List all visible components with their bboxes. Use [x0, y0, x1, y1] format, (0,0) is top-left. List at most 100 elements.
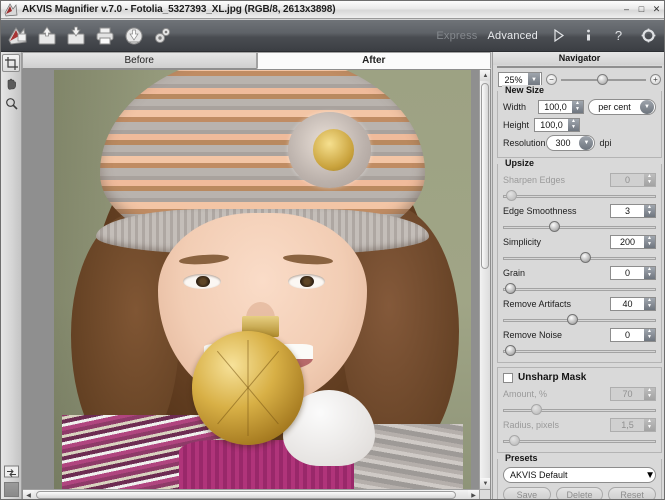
remove-artifacts-slider[interactable] — [503, 314, 656, 325]
canvas-horizontal-scrollbar[interactable]: ◀ ▶ — [23, 489, 479, 499]
remove-artifacts-slider-handle[interactable] — [567, 314, 579, 325]
slider-track — [503, 195, 656, 198]
slider-track — [503, 350, 656, 353]
preset-select[interactable]: AKVIS Default ▼ — [503, 467, 656, 483]
edge-smoothness-slider-handle[interactable] — [548, 221, 560, 232]
presets-body: AKVIS Default ▼ Save Delete Reset — [503, 459, 657, 499]
toolbar-left-group — [1, 23, 176, 49]
scroll-left-arrow-icon[interactable]: ◀ — [23, 490, 34, 499]
photo-gold-ornament — [191, 331, 305, 445]
chevron-down-icon[interactable]: ▼ — [640, 99, 654, 114]
units-select[interactable]: per cent ▼ — [588, 98, 656, 115]
width-input[interactable]: 100,0 ▲ ▼ — [538, 99, 584, 114]
sharpen-edges-slider-handle — [506, 190, 518, 201]
grain-stepper[interactable]: ▲ ▼ — [644, 266, 655, 279]
batch-process-icon[interactable] — [121, 23, 147, 49]
sharpen-edges-row: Sharpen Edges 0 ▲ ▼ — [503, 172, 656, 187]
delete-preset-button[interactable]: Delete — [555, 487, 604, 499]
upsize-title: Upsize — [502, 158, 538, 168]
height-stepper[interactable]: ▲ ▼ — [568, 118, 579, 131]
toolbar-right-group: Express Advanced ? — [436, 25, 664, 47]
scroll-right-arrow-icon[interactable]: ▶ — [468, 490, 479, 499]
edge-smoothness-slider[interactable] — [503, 221, 656, 232]
preferences-gears-icon[interactable] — [150, 23, 176, 49]
image-canvas[interactable]: ▲ ▼ ◀ ▶ — [22, 69, 491, 499]
grain-input[interactable]: 0 ▲ ▼ — [610, 265, 656, 280]
resolution-value: 300 — [555, 137, 571, 148]
tab-before[interactable]: Before — [22, 52, 257, 69]
grain-slider[interactable] — [503, 283, 656, 294]
zoom-slider-handle[interactable] — [596, 74, 608, 85]
remove-noise-value: 0 — [624, 329, 630, 340]
height-label: Height — [503, 119, 530, 130]
hand-tool[interactable] — [2, 74, 20, 92]
mode-advanced-button[interactable]: Advanced — [487, 30, 538, 42]
open-image-icon[interactable] — [34, 23, 60, 49]
tab-after[interactable]: After — [256, 52, 491, 69]
remove-noise-stepper[interactable]: ▲ ▼ — [644, 328, 655, 341]
navigator-preview[interactable] — [497, 66, 662, 68]
simplicity-row: Simplicity 200 ▲ ▼ — [503, 234, 656, 249]
navigator-thumbnail — [553, 67, 607, 68]
remove-artifacts-stepper[interactable]: ▲ ▼ — [644, 297, 655, 310]
before-after-toggle[interactable] — [2, 462, 20, 480]
play-triangle-icon[interactable] — [548, 25, 568, 47]
unsharp-mask-checkbox[interactable] — [503, 372, 513, 383]
image-viewport[interactable] — [23, 70, 479, 489]
reset-preset-button[interactable]: Reset — [608, 487, 657, 499]
units-value: per cent — [598, 101, 631, 112]
remove-artifacts-value: 40 — [622, 298, 633, 309]
scroll-up-arrow-icon[interactable]: ▲ — [480, 70, 490, 81]
width-stepper[interactable]: ▲ ▼ — [572, 100, 583, 113]
resolution-field-row: Resolution 300 ▼ dpi — [503, 134, 656, 151]
mode-express-button[interactable]: Express — [436, 30, 477, 42]
canvas-vertical-scrollbar[interactable]: ▲ ▼ — [479, 70, 490, 489]
new-size-group: New Size Width 100,0 ▲ ▼ per cent ▼ Heigh… — [497, 85, 662, 158]
vertical-scroll-thumb[interactable] — [481, 83, 489, 269]
zoom-in-button[interactable]: + — [650, 74, 661, 85]
amount-input: 70 ▲ ▼ — [610, 386, 656, 401]
save-preset-button[interactable]: Save — [503, 487, 551, 499]
maximize-button[interactable]: □ — [635, 3, 648, 15]
edge-smoothness-input[interactable]: 3 ▲ ▼ — [610, 203, 656, 218]
radius-slider-handle — [509, 435, 521, 446]
minimize-button[interactable]: – — [620, 3, 633, 15]
unsharp-mask-title: Unsharp Mask — [518, 372, 587, 383]
save-image-icon[interactable] — [63, 23, 89, 49]
remove-noise-slider[interactable] — [503, 345, 656, 356]
resolution-input[interactable]: 300 ▼ — [545, 134, 596, 151]
edge-smoothness-row: Edge Smoothness 3 ▲ ▼ — [503, 203, 656, 218]
zoom-tool[interactable] — [2, 94, 20, 112]
edge-smoothness-stepper[interactable]: ▲ ▼ — [644, 204, 655, 217]
remove-artifacts-label: Remove Artifacts — [503, 298, 572, 309]
akvis-home-icon[interactable] — [5, 23, 31, 49]
resolution-stepper[interactable]: ▼ — [579, 135, 594, 150]
crop-tool[interactable] — [2, 54, 20, 72]
amount-stepper: ▲ ▼ — [644, 387, 655, 400]
remove-artifacts-input[interactable]: 40 ▲ ▼ — [610, 296, 656, 311]
gear-icon[interactable] — [638, 25, 658, 47]
question-mark-icon[interactable]: ? — [608, 25, 628, 47]
info-i-icon[interactable] — [578, 25, 598, 47]
remove-noise-input[interactable]: 0 ▲ ▼ — [610, 327, 656, 342]
sharpen-edges-label: Sharpen Edges — [503, 174, 566, 185]
chevron-down-icon[interactable]: ▼ — [645, 470, 655, 481]
horizontal-scroll-thumb[interactable] — [36, 491, 456, 499]
height-field-row: Height 100,0 ▲ ▼ — [503, 117, 656, 132]
simplicity-slider[interactable] — [503, 252, 656, 263]
height-input[interactable]: 100,0 ▲ ▼ — [534, 117, 580, 132]
background-color-swatch[interactable] — [3, 482, 19, 497]
scroll-down-arrow-icon[interactable]: ▼ — [480, 478, 490, 489]
simplicity-stepper[interactable]: ▲ ▼ — [644, 235, 655, 248]
resolution-unit: dpi — [599, 137, 612, 148]
simplicity-input[interactable]: 200 ▲ ▼ — [610, 234, 656, 249]
close-button[interactable]: ✕ — [650, 3, 663, 15]
remove-noise-slider-handle[interactable] — [504, 345, 516, 356]
zoom-out-button[interactable]: − — [546, 74, 557, 85]
radius-label: Radius, pixels — [503, 419, 560, 430]
simplicity-slider-handle[interactable] — [579, 252, 591, 263]
grain-slider-handle[interactable] — [504, 283, 516, 294]
zoom-slider[interactable] — [561, 74, 646, 85]
print-icon[interactable] — [92, 23, 118, 49]
radius-slider — [503, 435, 656, 446]
